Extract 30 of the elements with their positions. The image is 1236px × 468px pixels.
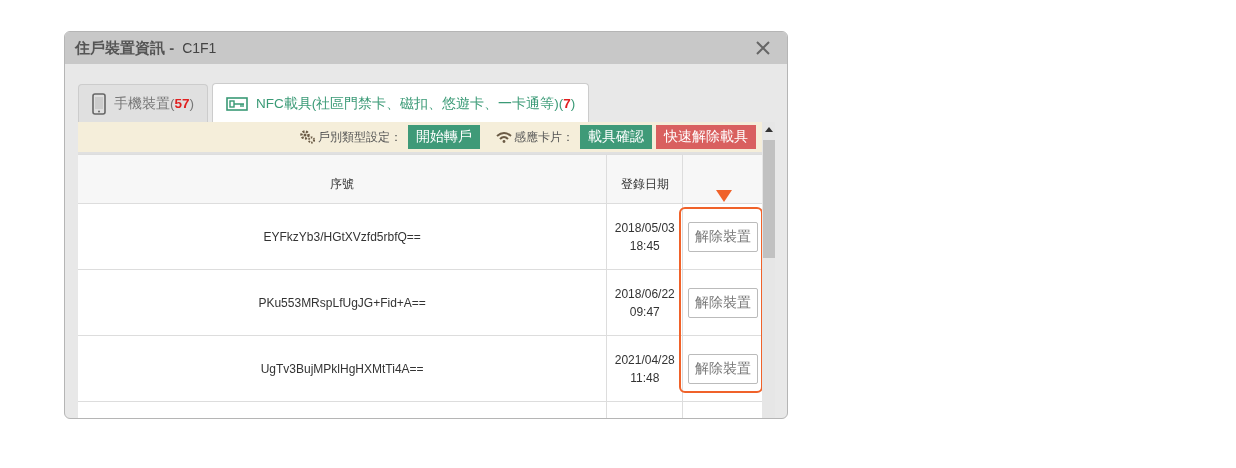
tab[interactable]: NFC載具(社區門禁卡、磁扣、悠遊卡、一卡通等)(7) bbox=[212, 83, 590, 123]
wifi-icon bbox=[496, 131, 512, 143]
close-icon[interactable] bbox=[755, 40, 771, 56]
column-header: 序號 bbox=[330, 177, 355, 191]
registration-date: 2018/05/03 bbox=[613, 219, 676, 237]
remove-device-button[interactable]: 解除裝置 bbox=[687, 287, 758, 318]
scroll-up-icon[interactable] bbox=[765, 126, 773, 132]
remove-device-button[interactable]: 解除裝置 bbox=[687, 221, 758, 252]
unit-code: C1F1 bbox=[182, 40, 217, 56]
serial-number: UgTv3BujMPklHgHXMtTi4A== bbox=[260, 361, 424, 376]
registration-date: 2021/04/28 bbox=[613, 351, 676, 369]
registration-time: 18:45 bbox=[628, 237, 661, 255]
key-card-icon bbox=[226, 96, 249, 111]
registration-time: 09:47 bbox=[628, 303, 661, 321]
serial-number: PKu553MRspLfUgJG+Fid+A== bbox=[258, 295, 426, 310]
registration-time: 11:48 bbox=[629, 369, 661, 387]
quick-remove-button[interactable]: 快速解除載具 bbox=[656, 125, 756, 149]
registration-date: 2018/06/22 bbox=[613, 285, 676, 303]
tab[interactable]: 手機裝置(57) bbox=[78, 84, 209, 123]
window-title: 住戶裝置資訊 - bbox=[75, 38, 175, 58]
remove-device-button[interactable]: 解除裝置 bbox=[687, 353, 758, 384]
serial-number: EYFkzYb3/HGtXVzfd5rbfQ== bbox=[263, 229, 421, 244]
column-header: 登錄日期 bbox=[620, 177, 669, 191]
gears-icon bbox=[300, 130, 316, 144]
arrow-icon bbox=[716, 190, 732, 202]
phone-icon bbox=[92, 93, 106, 115]
action-button[interactable]: 開始轉戶 bbox=[408, 125, 480, 149]
action-button[interactable]: 載具確認 bbox=[580, 125, 652, 149]
toolbar-label: 感應卡片： bbox=[514, 128, 574, 146]
toolbar-label: 戶別類型設定： bbox=[318, 128, 402, 146]
